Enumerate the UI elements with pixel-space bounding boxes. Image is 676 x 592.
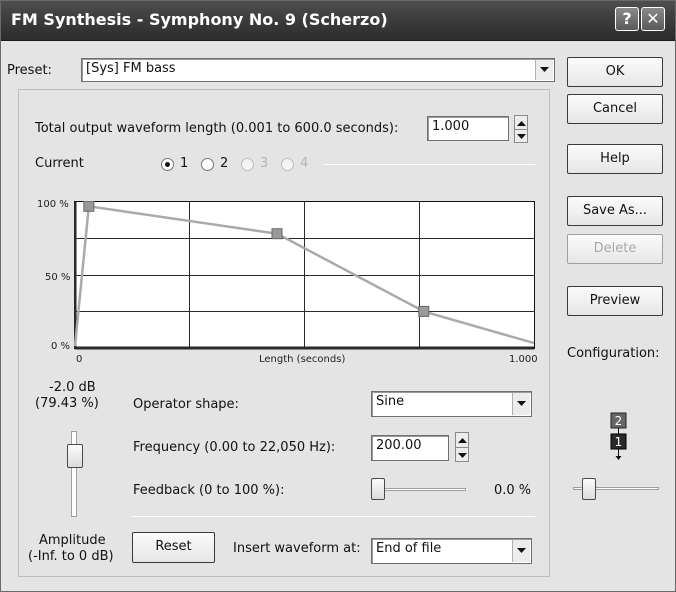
- operator-radio-3[interactable]: [241, 158, 254, 171]
- chevron-down-icon: [517, 401, 526, 406]
- fm-synthesis-dialog: FM Synthesis - Symphony No. 9 (Scherzo) …: [0, 0, 676, 592]
- envelope-y-top-label: 100 %: [37, 199, 69, 210]
- arrow-up-icon: [517, 120, 526, 126]
- operator-shape-dropdown-arrow[interactable]: [512, 393, 530, 415]
- delete-button[interactable]: Delete: [567, 234, 663, 264]
- feedback-slider-track[interactable]: [371, 488, 466, 491]
- insert-waveform-dropdown-arrow[interactable]: [512, 540, 530, 562]
- amplitude-label: Amplitude: [39, 533, 106, 548]
- arrow-down-icon: [517, 134, 526, 139]
- help-title-button[interactable]: ?: [615, 7, 639, 31]
- cancel-button[interactable]: Cancel: [567, 94, 663, 124]
- insert-waveform-label: Insert waveform at:: [233, 541, 361, 556]
- envelope-x-right-label: 1.000: [509, 354, 538, 365]
- envelope-x-label: Length (seconds): [259, 354, 346, 365]
- amplitude-range-label: (-Inf. to 0 dB): [28, 549, 114, 564]
- chevron-down-icon: [540, 67, 549, 72]
- length-label: Total output waveform length (0.001 to 6…: [35, 121, 399, 136]
- envelope-y-mid-label: 50 %: [45, 272, 71, 283]
- length-spin-down[interactable]: [515, 129, 527, 142]
- frequency-spinner[interactable]: [455, 432, 469, 462]
- frequency-spin-up[interactable]: [456, 433, 468, 447]
- operator-radio-1[interactable]: [161, 158, 174, 171]
- feedback-slider-thumb[interactable]: [371, 478, 385, 500]
- ok-button[interactable]: OK: [567, 57, 663, 87]
- arrow-up-icon: [458, 438, 467, 443]
- envelope-graph[interactable]: [74, 201, 536, 351]
- configuration-label: Configuration:: [567, 346, 660, 361]
- close-button[interactable]: ✕: [641, 7, 665, 31]
- operator-2-label: 2: [615, 414, 623, 428]
- feedback-label: Feedback (0 to 100 %):: [133, 483, 285, 498]
- operator-radio-2[interactable]: [201, 158, 214, 171]
- frequency-label: Frequency (0.00 to 22,050 Hz):: [133, 440, 336, 455]
- amplitude-slider-thumb[interactable]: [67, 444, 83, 468]
- reset-button[interactable]: Reset: [132, 532, 215, 563]
- operator-radio-2-label: 2: [220, 156, 229, 171]
- operator-1-label: 1: [615, 435, 623, 449]
- chevron-down-icon: [517, 548, 526, 553]
- operator-radio-4-label: 4: [300, 156, 309, 171]
- insert-waveform-value: End of file: [376, 541, 442, 556]
- frequency-value: 200.00: [376, 438, 422, 453]
- close-icon: ✕: [646, 9, 660, 28]
- operator-radio-4[interactable]: [281, 158, 294, 171]
- feedback-value: 0.0 %: [494, 483, 532, 498]
- length-value: 1.000: [432, 119, 470, 134]
- envelope-point-handle[interactable]: [418, 305, 430, 317]
- amplitude-pct-value: (79.43 %): [35, 396, 99, 411]
- operator-shape-dropdown[interactable]: Sine: [371, 391, 532, 417]
- configuration-diagram: 2 1: [610, 412, 627, 460]
- envelope-y-bottom-label: 0 %: [51, 341, 71, 352]
- length-spin-up[interactable]: [515, 116, 527, 129]
- amplitude-db-value: -2.0 dB: [49, 380, 96, 395]
- current-label: Current: [35, 156, 84, 171]
- preset-label: Preset:: [7, 63, 52, 78]
- save-as-button[interactable]: Save As...: [567, 196, 663, 226]
- bottom-divider: [131, 516, 535, 517]
- current-divider: [323, 164, 535, 165]
- envelope-point-handle[interactable]: [83, 201, 95, 212]
- preset-dropdown[interactable]: [Sys] FM bass: [81, 58, 555, 82]
- operator-shape-value: Sine: [376, 394, 405, 409]
- help-icon: ?: [622, 9, 632, 28]
- arrow-down-icon: [458, 452, 467, 458]
- help-button[interactable]: Help: [567, 144, 663, 174]
- length-input[interactable]: 1.000: [427, 116, 509, 141]
- configuration-slider-thumb[interactable]: [582, 478, 596, 500]
- operator-shape-label: Operator shape:: [133, 397, 239, 412]
- operator-radio-3-label: 3: [260, 156, 269, 171]
- window-title: FM Synthesis - Symphony No. 9 (Scherzo): [11, 10, 388, 29]
- preset-value: [Sys] FM bass: [86, 61, 176, 76]
- envelope-x-left-label: 0: [76, 354, 83, 365]
- frequency-spin-down[interactable]: [456, 447, 468, 461]
- preview-button[interactable]: Preview: [567, 286, 663, 316]
- preset-dropdown-arrow[interactable]: [535, 60, 553, 80]
- operator-radio-1-label: 1: [180, 156, 189, 171]
- frequency-input[interactable]: 200.00: [371, 435, 449, 461]
- length-spinner[interactable]: [514, 115, 528, 143]
- insert-waveform-dropdown[interactable]: End of file: [371, 538, 532, 564]
- title-bar[interactable]: FM Synthesis - Symphony No. 9 (Scherzo) …: [1, 1, 675, 41]
- envelope-point-handle[interactable]: [271, 228, 283, 240]
